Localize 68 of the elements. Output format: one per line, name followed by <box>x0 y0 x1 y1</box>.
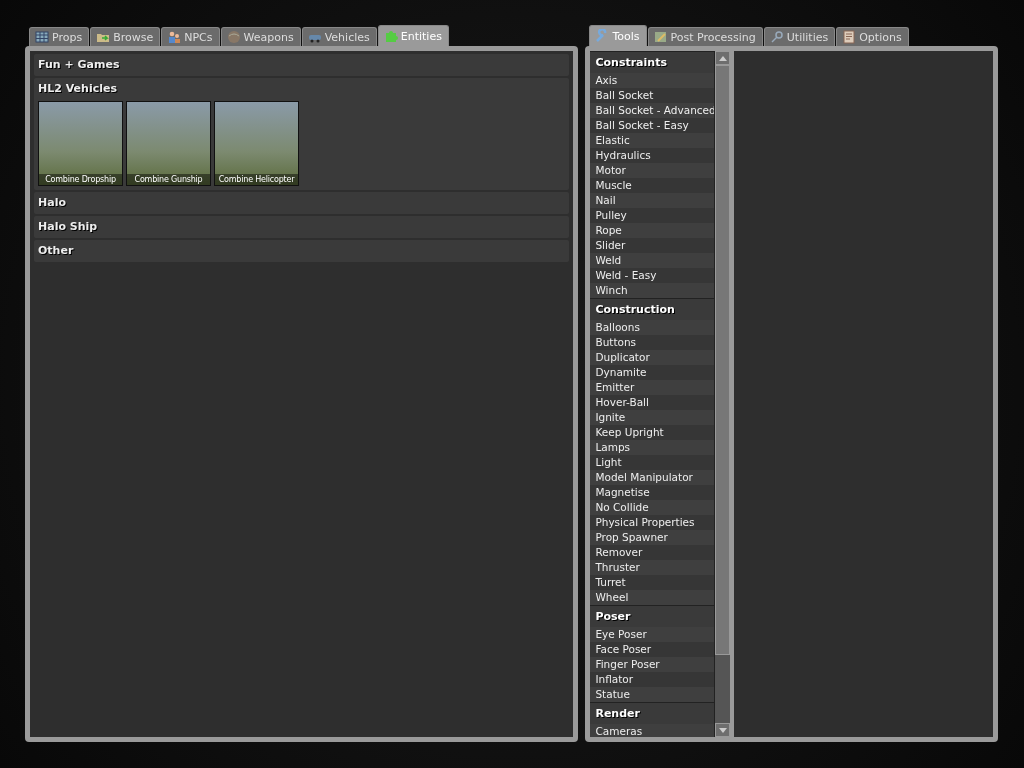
tool-item[interactable]: Inflator <box>590 672 715 687</box>
tool-item[interactable]: Finger Poser <box>590 657 715 672</box>
tool-item[interactable]: Turret <box>590 575 715 590</box>
notepad-icon <box>842 30 857 44</box>
category-title[interactable]: Halo <box>38 195 566 211</box>
tab[interactable]: Props <box>29 27 90 46</box>
people-icon <box>167 30 182 44</box>
tool-item[interactable]: Muscle <box>590 178 715 193</box>
up-arrow-icon <box>718 55 727 61</box>
tool-item[interactable]: Ignite <box>590 410 715 425</box>
tab[interactable]: Post Processing <box>647 27 763 46</box>
tool-item[interactable]: Model Manipulator <box>590 470 715 485</box>
spawn-label: Combine Helicopter <box>215 174 298 185</box>
tool-item[interactable]: Face Poser <box>590 642 715 657</box>
tool-item[interactable]: Keep Upright <box>590 425 715 440</box>
tool-item[interactable]: Pulley <box>590 208 715 223</box>
category-title[interactable]: HL2 Vehicles <box>38 81 566 97</box>
tool-item[interactable]: Thruster <box>590 560 715 575</box>
tab[interactable]: Vehicles <box>301 27 377 46</box>
category-title[interactable]: Fun + Games <box>38 57 566 73</box>
pencil-icon <box>653 30 668 44</box>
tool-item[interactable]: Statue <box>590 687 715 702</box>
tool-item[interactable]: Wheel <box>590 590 715 605</box>
scrollbar[interactable] <box>714 51 731 737</box>
tool-item[interactable]: Axis <box>590 73 715 88</box>
tool-item[interactable]: Duplicator <box>590 350 715 365</box>
tool-item[interactable]: Ball Socket <box>590 88 715 103</box>
category-title[interactable]: Halo Ship <box>38 219 566 235</box>
tool-item[interactable]: Elastic <box>590 133 715 148</box>
tab[interactable]: Weapons <box>220 27 301 46</box>
tool-item[interactable]: Remover <box>590 545 715 560</box>
tool-item[interactable]: Lamps <box>590 440 715 455</box>
spawn-label: Combine Dropship <box>39 174 122 185</box>
tool-item[interactable]: Emitter <box>590 380 715 395</box>
category-title[interactable]: Other <box>38 243 566 259</box>
tool-item[interactable]: Magnetise <box>590 485 715 500</box>
tool-item[interactable]: Ball Socket - Easy <box>590 118 715 133</box>
tab[interactable]: Options <box>836 27 909 46</box>
ball-icon <box>226 30 241 44</box>
spawn-icon[interactable]: Combine Helicopter <box>214 101 299 186</box>
tool-item[interactable]: Slider <box>590 238 715 253</box>
tool-item[interactable]: Weld <box>590 253 715 268</box>
down-arrow-icon <box>718 727 727 733</box>
tool-item[interactable]: Ball Socket - Advanced <box>590 103 715 118</box>
tool-item[interactable]: Prop Spawner <box>590 530 715 545</box>
tool-item[interactable]: Light <box>590 455 715 470</box>
tool-item[interactable]: Hover-Ball <box>590 395 715 410</box>
spawn-icon[interactable]: Combine Gunship <box>126 101 211 186</box>
puzzle-icon <box>383 29 398 43</box>
tool-item[interactable]: Motor <box>590 163 715 178</box>
tool-item[interactable]: Eye Poser <box>590 627 715 642</box>
tool-item[interactable]: Nail <box>590 193 715 208</box>
tool-item[interactable]: Buttons <box>590 335 715 350</box>
tool-item[interactable]: Winch <box>590 283 715 298</box>
tab[interactable]: NPCs <box>161 27 220 46</box>
tab[interactable]: Browse <box>90 27 161 46</box>
spawn-icon[interactable]: Combine Dropship <box>38 101 123 186</box>
tool-item[interactable]: Dynamite <box>590 365 715 380</box>
tool-item[interactable]: Physical Properties <box>590 515 715 530</box>
tool-item[interactable]: Hydraulics <box>590 148 715 163</box>
tool-item[interactable]: Cameras <box>590 724 715 737</box>
grid-icon <box>35 30 49 44</box>
tab[interactable]: Utilities <box>763 27 836 46</box>
tool-item[interactable]: Rope <box>590 223 715 238</box>
tool-item[interactable]: Weld - Easy <box>590 268 715 283</box>
tool-item[interactable]: No Collide <box>590 500 715 515</box>
tool-item[interactable]: Balloons <box>590 320 715 335</box>
spawn-label: Combine Gunship <box>127 174 210 185</box>
